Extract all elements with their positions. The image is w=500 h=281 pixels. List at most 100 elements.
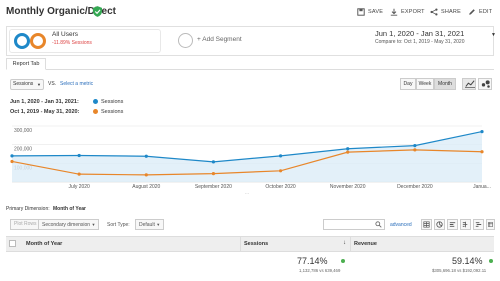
- view-table-button[interactable]: [421, 219, 432, 230]
- view-pie-button[interactable]: [434, 219, 445, 230]
- table-search-input[interactable]: [323, 219, 385, 230]
- save-button[interactable]: SAVE: [357, 8, 383, 16]
- series-point-0: [144, 154, 148, 158]
- select-all-checkbox[interactable]: [9, 240, 16, 247]
- positive-change-dot-icon: [489, 259, 493, 263]
- metric-select[interactable]: Sessions ▼: [10, 79, 44, 90]
- export-label: EXPORT: [401, 9, 425, 15]
- primary-dimension-value[interactable]: Month of Year: [53, 206, 86, 212]
- sessions-total-change: 77.14%: [297, 256, 328, 266]
- advanced-filter-link[interactable]: advanced: [390, 222, 412, 228]
- x-tick-label: September 2020: [195, 184, 232, 190]
- legend-range-current: Jun 1, 2020 - Jan 31, 2021:: [10, 99, 79, 105]
- table-total-row: [6, 252, 494, 281]
- tab-report[interactable]: Report Tab: [6, 58, 46, 70]
- select-metric-link[interactable]: Select a metric: [60, 81, 93, 87]
- bar-view-icon: [449, 222, 456, 227]
- chevron-down-icon[interactable]: ▼: [491, 32, 496, 38]
- edit-button[interactable]: EDIT: [468, 8, 492, 16]
- series-point-1: [413, 148, 417, 152]
- series-point-1: [10, 159, 14, 164]
- search-icon: [375, 221, 382, 228]
- granularity-week-button[interactable]: Week: [416, 78, 434, 90]
- add-segment-circle-icon[interactable]: [178, 33, 193, 48]
- date-compare: Compare to: Oct 1, 2019 - May 31, 2020: [375, 39, 465, 45]
- revenue-total-detail: $305,696.18 vs $192,092.11: [432, 268, 487, 273]
- segment-donut-icon: [14, 33, 46, 49]
- x-tick-label: July 2020: [68, 184, 90, 190]
- term-cloud-icon: [475, 222, 482, 227]
- legend-dot-current: [93, 99, 98, 104]
- legend-name-compare: Sessions: [101, 109, 124, 115]
- positive-change-dot-icon: [341, 259, 345, 263]
- series-point-0: [413, 144, 417, 148]
- share-button[interactable]: SHARE: [430, 8, 461, 16]
- edit-icon: [469, 9, 475, 15]
- series-point-0: [346, 147, 350, 151]
- plot-rows-button[interactable]: Plot Rows: [10, 219, 41, 230]
- granularity-day-button[interactable]: Day: [400, 78, 416, 90]
- verified-shield-icon: [93, 6, 102, 17]
- x-tick-label: October 2020: [265, 184, 296, 190]
- column-header-revenue[interactable]: Revenue: [354, 241, 377, 247]
- table-view-icon: [423, 221, 430, 228]
- add-segment-button[interactable]: + Add Segment: [197, 36, 242, 43]
- share-label: SHARE: [441, 9, 461, 15]
- sessions-line-chart: 300,000200,000100,000July 2020August 202…: [10, 125, 491, 197]
- series-point-0: [77, 153, 81, 158]
- secondary-dimension-label: Secondary dimension: [42, 222, 91, 228]
- sort-type-label: Sort Type:: [107, 222, 130, 228]
- line-chart-icon: [465, 80, 475, 88]
- y-tick-label: 300,000: [14, 128, 32, 134]
- legend-range-compare: Oct 1, 2019 - May 31, 2020:: [10, 109, 80, 115]
- date-range[interactable]: Jun 1, 2020 - Jan 31, 2021: [375, 29, 464, 38]
- chevron-down-icon: ▼: [91, 222, 96, 227]
- edit-label: EDIT: [479, 9, 493, 15]
- export-button[interactable]: EXPORT: [390, 8, 425, 16]
- view-pivot-button[interactable]: [486, 219, 495, 230]
- view-bar-button[interactable]: [447, 219, 458, 230]
- column-header-sessions[interactable]: Sessions: [244, 241, 268, 247]
- save-icon: [357, 8, 365, 16]
- tab-divider: [6, 69, 494, 70]
- series-point-0: [278, 154, 283, 158]
- metric-vs: VS.: [48, 81, 57, 87]
- primary-dimension-label: Primary Dimension:: [6, 206, 50, 212]
- x-tick-label: August 2020: [132, 184, 160, 190]
- x-tick-label: Janua...: [473, 184, 491, 190]
- chevron-down-icon: ▼: [156, 222, 161, 227]
- series-point-0: [480, 130, 484, 134]
- resize-handle-icon: ⋯: [245, 191, 250, 197]
- x-tick-label: November 2020: [330, 184, 366, 190]
- series-point-1: [77, 172, 81, 176]
- metric-select-value: Sessions: [13, 81, 34, 87]
- granularity-month-button[interactable]: Month: [434, 78, 456, 90]
- motion-chart-icon: [481, 80, 490, 88]
- chevron-down-icon: ▼: [37, 82, 41, 87]
- series-point-0: [10, 154, 14, 158]
- series-point-1: [278, 169, 283, 173]
- motion-chart-button[interactable]: [478, 78, 492, 90]
- compare-view-icon: [462, 221, 468, 228]
- legend-name-current: Sessions: [101, 99, 124, 105]
- x-tick-label: December 2020: [397, 184, 433, 190]
- series-point-0: [211, 160, 216, 164]
- save-label: SAVE: [368, 9, 384, 15]
- secondary-dimension-select[interactable]: Secondary dimension ▼: [38, 219, 100, 230]
- line-chart-button[interactable]: [462, 78, 476, 90]
- series-point-1: [346, 150, 350, 154]
- segment-name: All Users: [52, 31, 79, 38]
- sort-type-select[interactable]: Default ▼: [135, 219, 165, 230]
- series-point-1: [480, 150, 484, 154]
- view-term-cloud-button[interactable]: [473, 219, 484, 230]
- view-compare-button[interactable]: [460, 219, 471, 230]
- sessions-total-detail: 1,132,786 vs 639,469: [299, 268, 341, 273]
- pivot-icon: [488, 222, 493, 227]
- sort-descending-icon[interactable]: ↓: [343, 240, 346, 246]
- segment-change: -11.89% Sessions: [52, 40, 92, 46]
- sort-type-value: Default: [139, 222, 155, 228]
- y-tick-label: 200,000: [14, 147, 32, 153]
- series-point-1: [144, 173, 148, 177]
- column-header-month[interactable]: Month of Year: [26, 241, 62, 247]
- export-icon: [390, 8, 398, 16]
